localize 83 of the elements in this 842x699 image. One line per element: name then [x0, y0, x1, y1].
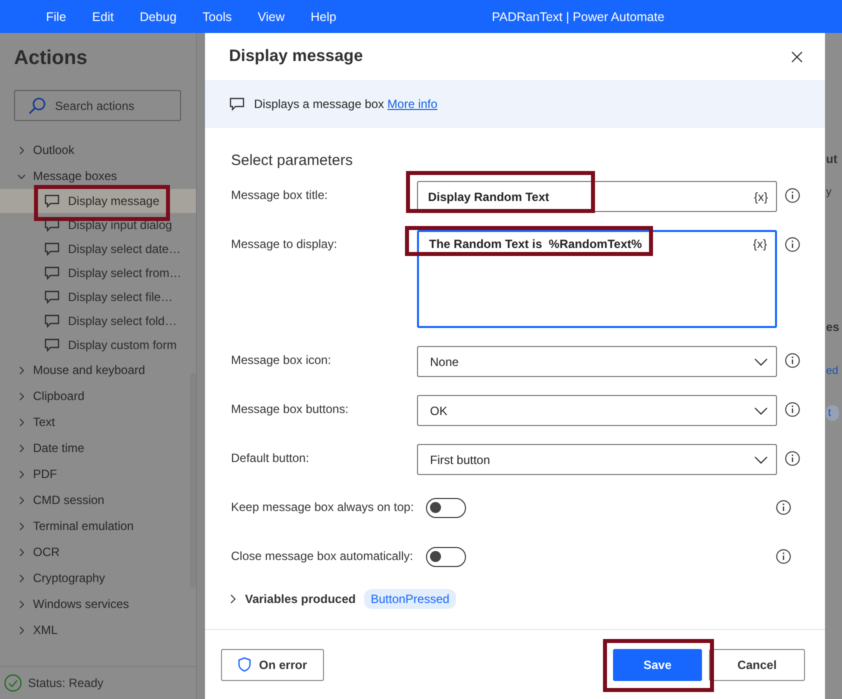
expander[interactable]: Variables produced [229, 592, 356, 606]
message-icon [44, 266, 60, 280]
message-icon [44, 290, 60, 304]
tree-group[interactable]: CMD session [33, 493, 104, 507]
message-icon [44, 218, 60, 232]
info-icon [776, 549, 791, 564]
tree-item[interactable]: Display select fold… [0, 309, 196, 333]
menu-item[interactable]: File [38, 10, 74, 24]
background-text: es [826, 320, 840, 334]
tree-group[interactable]: Windows services [33, 597, 130, 611]
menu-item[interactable]: Edit [84, 10, 122, 24]
tree-item[interactable]: Display message [0, 189, 196, 213]
dropdown[interactable]: None [417, 346, 777, 377]
chevron-down-icon [754, 456, 768, 464]
background-text: y [826, 186, 832, 198]
tree-group[interactable]: Mouse and keyboard [33, 363, 146, 377]
field-label: Close message box automatically: [231, 548, 414, 563]
tree-group[interactable]: Cryptography [33, 571, 106, 585]
variable-button[interactable]: {x} [752, 237, 767, 251]
menu-item[interactable]: View [250, 10, 293, 24]
panel-title: Actions [13, 46, 88, 71]
dropdown[interactable]: First button [417, 444, 777, 475]
menu-item[interactable]: Help [302, 10, 344, 24]
window-title: PADRanText | Power Automate [490, 10, 666, 24]
info-icon [776, 500, 791, 515]
on-error-button[interactable]: On error [221, 648, 324, 680]
background-text: ed [826, 365, 838, 377]
background-text: ut [826, 152, 838, 166]
variable-tag[interactable]: ButtonPressed [364, 589, 456, 609]
input-field[interactable]: Display Random Text {x} [417, 181, 777, 212]
message-icon [44, 314, 60, 328]
tree-item[interactable]: Display select file… [0, 285, 196, 309]
tree-group[interactable]: Date time [33, 441, 84, 455]
search-icon [28, 97, 46, 115]
tree-group[interactable]: XML [33, 623, 58, 637]
field-label: Message box title: [231, 187, 329, 202]
cancel-button[interactable]: Cancel [709, 648, 805, 680]
tree-group[interactable]: PDF [33, 467, 57, 481]
toggle-switch[interactable] [426, 547, 466, 567]
menu-item[interactable]: Debug [132, 10, 185, 24]
tree-item[interactable]: Display input dialog [0, 213, 196, 237]
info-icon [785, 353, 800, 368]
tree-group[interactable]: Clipboard [33, 389, 84, 403]
menu-item[interactable]: Tools [194, 10, 240, 24]
message-icon [44, 242, 60, 256]
info-icon [785, 237, 800, 252]
section-heading: Select parameters [231, 152, 354, 169]
field-label: Message box icon: [231, 352, 332, 367]
text-area[interactable]: The Random Text is %RandomText% {x} [417, 230, 777, 328]
tree-item[interactable]: Display select from… [0, 261, 196, 285]
background-text: t [826, 405, 840, 421]
save-button[interactable]: Save [613, 648, 702, 680]
shield-icon [238, 657, 251, 672]
tree-item[interactable]: Display select date… [0, 237, 196, 261]
info-icon [785, 451, 800, 466]
chevron-down-icon [754, 358, 768, 366]
tree-group[interactable]: Outlook [33, 143, 74, 157]
message-icon [44, 194, 60, 208]
info-icon [785, 402, 800, 417]
variable-button[interactable]: {x} [754, 190, 768, 204]
field-label: Default button: [231, 450, 310, 465]
message-icon [229, 97, 245, 111]
search-field[interactable]: Search actions [14, 90, 181, 121]
check-circle-icon [4, 674, 22, 692]
tree-group[interactable]: OCR [33, 545, 60, 559]
close-icon [791, 50, 803, 62]
tree-group[interactable]: Message boxes [33, 169, 118, 183]
field-label: Message to display: [231, 236, 338, 251]
tree-group[interactable]: Text [33, 415, 56, 429]
toggle-switch[interactable] [426, 498, 466, 518]
chevron-right-icon [229, 594, 237, 604]
info-icon [785, 188, 800, 203]
more-info-link[interactable]: More info [387, 97, 438, 111]
field-label: Message box buttons: [231, 401, 350, 416]
chevron-down-icon [754, 406, 768, 414]
tree-group[interactable]: Terminal emulation [33, 519, 134, 533]
description-text: Displays a message box More info [254, 97, 438, 111]
dropdown[interactable]: OK [417, 395, 777, 426]
dialog-title: Display message [229, 47, 363, 66]
status-text: Status: Ready [28, 676, 104, 690]
field-label: Keep message box always on top: [231, 499, 415, 514]
tree-item[interactable]: Display custom form [0, 333, 196, 357]
message-icon [44, 338, 60, 352]
